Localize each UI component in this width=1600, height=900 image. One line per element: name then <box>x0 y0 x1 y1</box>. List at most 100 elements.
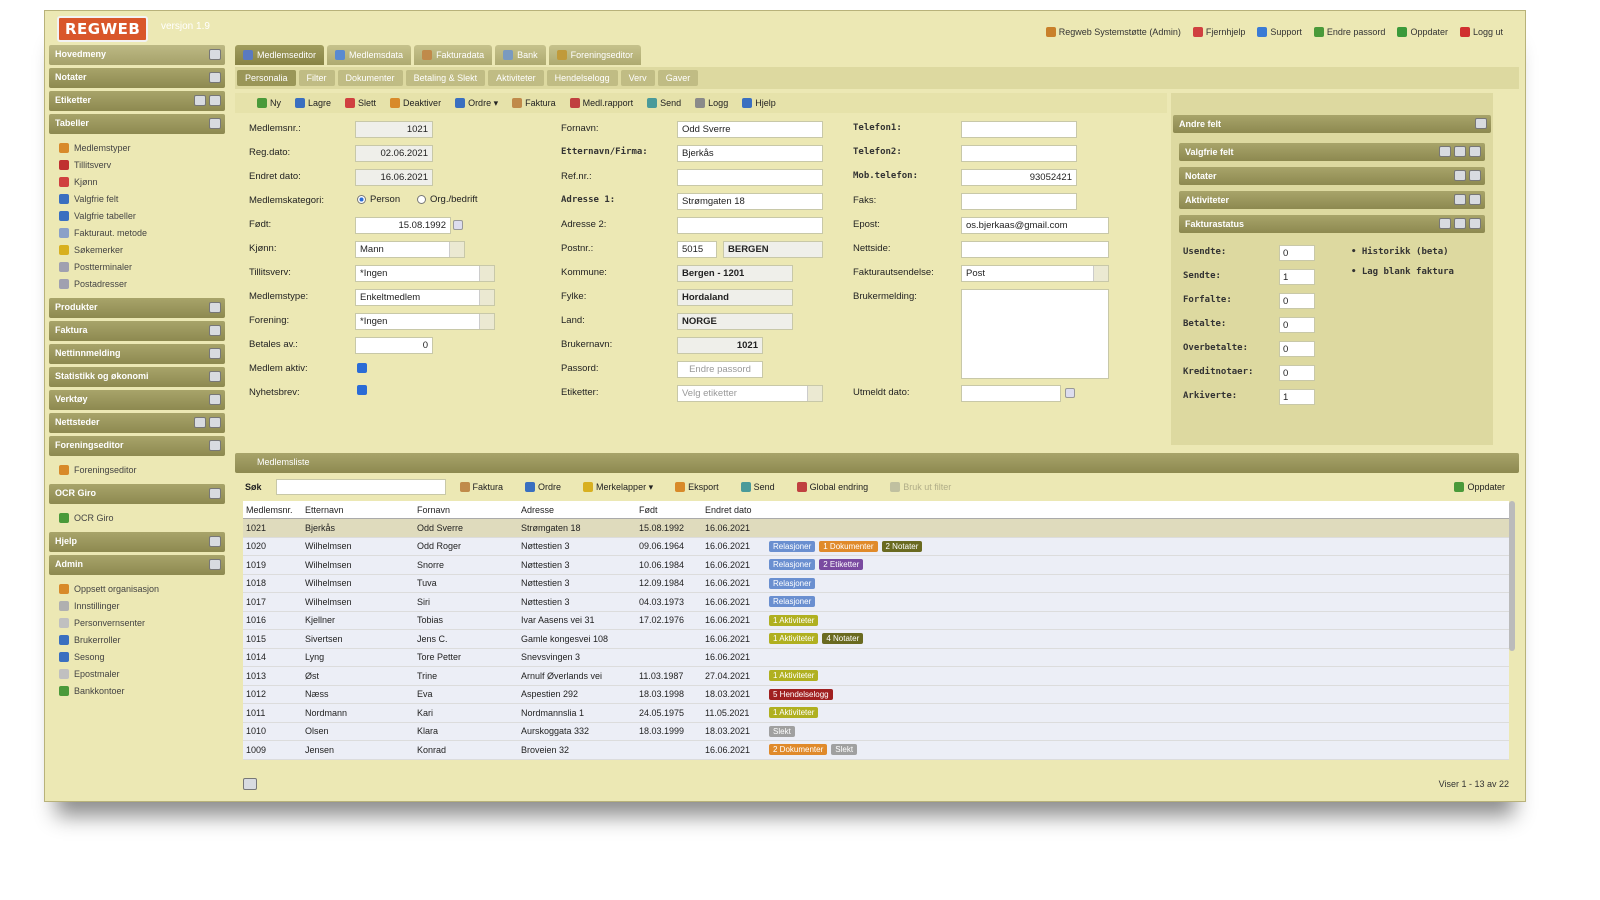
sidebar-item-foreningseditor[interactable]: Foreningseditor <box>59 461 225 478</box>
subtab-filter[interactable]: Filter <box>298 70 335 86</box>
sidebar-item-bankkontoer[interactable]: Bankkontoer <box>59 682 225 699</box>
toplink-lifebuoy[interactable]: Fjernhjelp <box>1192 27 1245 37</box>
sidebar-head-nettinnmelding[interactable]: Nettinnmelding <box>49 344 225 364</box>
collapse-icon[interactable] <box>209 118 221 129</box>
radio-person[interactable] <box>357 195 366 204</box>
help-icon[interactable] <box>243 778 257 790</box>
table-row[interactable]: 1009 Jensen Konrad Broveien 32 16.06.2021 2 D… <box>243 741 1509 760</box>
search-input[interactable] <box>275 479 446 495</box>
row-tag[interactable]: 2 Notater <box>881 540 923 552</box>
column-header[interactable]: Fornavn <box>417 505 521 515</box>
sidebar-head-notes[interactable]: Notater <box>49 68 225 88</box>
table-row[interactable]: 1012 Næss Eva Aspestien 292 18.03.1998 18.03.… <box>243 685 1509 704</box>
sidebar-item-postadresser[interactable]: Postadresser <box>59 275 225 292</box>
scrollbar[interactable] <box>1509 501 1515 651</box>
help-icon[interactable] <box>194 95 206 106</box>
tlf1-field[interactable] <box>961 121 1077 138</box>
help-icon[interactable] <box>1454 218 1466 229</box>
sidebar-head-tables[interactable]: Tabeller <box>49 114 225 134</box>
help-icon[interactable] <box>1454 170 1466 181</box>
row-tag[interactable]: Slekt <box>831 744 858 756</box>
refresh-list-button[interactable]: Oppdater <box>1454 482 1505 492</box>
rp-section-aktiviteter[interactable]: Aktiviteter <box>1179 191 1485 209</box>
calendar-icon[interactable] <box>1065 388 1075 398</box>
sidebar-head-foreningseditor[interactable]: Foreningseditor <box>49 436 225 456</box>
toplink-logout[interactable]: Logg ut <box>1459 27 1503 37</box>
toolbar-send-button[interactable]: Send <box>647 98 681 108</box>
sidebar-item-epostmaler[interactable]: Epostmaler <box>59 665 225 682</box>
sidebar-head-produkter[interactable]: Produkter <box>49 298 225 318</box>
row-tag[interactable]: 1 Aktiviteter <box>769 670 819 682</box>
change-password-button[interactable]: Endre passord <box>677 361 763 378</box>
rp-section-fakturastatus[interactable]: Fakturastatus <box>1179 215 1485 233</box>
sidebar-item-oppsett-organisasjon[interactable]: Oppsett organisasjon <box>59 580 225 597</box>
collapse-icon[interactable] <box>209 559 221 570</box>
row-tag[interactable]: 1 Aktiviteter <box>769 633 819 645</box>
table-row[interactable]: 1019 Wilhelmsen Snorre Nøttestien 3 10.06.19… <box>243 556 1509 575</box>
kjonn-select[interactable]: Mann <box>355 241 465 258</box>
collapse-icon[interactable] <box>209 72 221 83</box>
sidebar-item-medlemstyper[interactable]: Medlemstyper <box>59 139 225 156</box>
sidebar-item-sesong[interactable]: Sesong <box>59 648 225 665</box>
etternavn-field[interactable]: Bjerkås <box>677 145 823 162</box>
sidebar-head-ocr[interactable]: OCR Giro <box>49 484 225 504</box>
table-row[interactable]: 1013 Øst Trine Arnulf Øverlands vei 11.03.19… <box>243 667 1509 686</box>
fodt-field[interactable]: 15.08.1992 <box>355 217 451 234</box>
collapse-icon[interactable] <box>209 394 221 405</box>
list-tool-bruk-ut-filter[interactable]: Bruk ut filter <box>890 482 951 493</box>
column-header[interactable]: Endret dato <box>705 505 769 515</box>
subtab-gaver[interactable]: Gaver <box>657 70 699 86</box>
table-row[interactable]: 1020 Wilhelmsen Odd Roger Nøttestien 3 09.06… <box>243 537 1509 556</box>
utmeldt-field[interactable] <box>961 385 1061 402</box>
radio-org[interactable] <box>417 195 426 204</box>
table-row[interactable]: 1014 Lyng Tore Petter Snevsvingen 3 16.06.20… <box>243 648 1509 667</box>
table-row[interactable]: 1021 Bjerkås Odd Sverre Strømgaten 18 15.08.… <box>243 519 1509 538</box>
tab-fakturadata[interactable]: Fakturadata <box>414 45 493 65</box>
subtab-personalia[interactable]: Personalia <box>237 70 296 86</box>
etiketter-select[interactable]: Velg etiketter <box>677 385 823 402</box>
toolbar-ny-button[interactable]: Ny <box>257 98 281 108</box>
forening-select[interactable]: *Ingen <box>355 313 495 330</box>
list-tool-send[interactable]: Send <box>740 482 775 493</box>
nettside-field[interactable] <box>961 241 1109 258</box>
collapse-icon[interactable] <box>209 348 221 359</box>
rp-section-notater[interactable]: Notater <box>1179 167 1485 185</box>
help-icon[interactable] <box>1454 146 1466 157</box>
sidebar-item-ocr-giro[interactable]: OCR Giro <box>59 509 225 526</box>
row-tag[interactable]: Relasjoner <box>769 540 816 552</box>
sidebar-head-admin[interactable]: Admin <box>49 555 225 575</box>
subtab-dokumenter[interactable]: Dokumenter <box>337 70 403 86</box>
medlemstype-select[interactable]: Enkeltmedlem <box>355 289 495 306</box>
table-row[interactable]: 1018 Wilhelmsen Tuva Nøttestien 3 12.09.1984… <box>243 574 1509 593</box>
stat-value[interactable]: 0 <box>1279 293 1315 309</box>
help-icon[interactable] <box>194 417 206 428</box>
aktiv-checkbox[interactable] <box>357 363 367 373</box>
collapse-icon[interactable] <box>1469 146 1481 157</box>
sidebar-head-nettsteder[interactable]: Nettsteder <box>49 413 225 433</box>
sidebar-head-statistikk-og-konomi[interactable]: Statistikk og økonomi <box>49 367 225 387</box>
toolbar-hjelp-button[interactable]: Hjelp <box>742 98 776 108</box>
sidebar-head-help[interactable]: Hjelp <box>49 532 225 552</box>
betales-field[interactable]: 0 <box>355 337 433 354</box>
sidebar-item-personvernsenter[interactable]: Personvernsenter <box>59 614 225 631</box>
toplink-support[interactable]: Support <box>1257 27 1302 37</box>
refnr-field[interactable] <box>677 169 823 186</box>
collapse-icon[interactable] <box>1469 170 1481 181</box>
adresse2-field[interactable] <box>677 217 823 234</box>
collapse-icon[interactable] <box>209 49 221 60</box>
collapse-icon[interactable] <box>209 440 221 451</box>
list-tool-global-endring[interactable]: Global endring <box>796 482 868 493</box>
faks-field[interactable] <box>961 193 1077 210</box>
postnr-field[interactable]: 5015 <box>677 241 717 258</box>
sidebar-item-postterminaler[interactable]: Postterminaler <box>59 258 225 275</box>
nyhetsbrev-checkbox[interactable] <box>357 385 367 395</box>
fakturautsendelse-select[interactable]: Post <box>961 265 1109 282</box>
fornavn-field[interactable]: Odd Sverre <box>677 121 823 138</box>
stat-value[interactable]: 0 <box>1279 245 1315 261</box>
stat-value[interactable]: 0 <box>1279 341 1315 357</box>
row-tag[interactable]: 4 Notater <box>822 633 864 645</box>
adresse1-field[interactable]: Strømgaten 18 <box>677 193 823 210</box>
collapse-icon[interactable] <box>209 536 221 547</box>
brukermelding-textarea[interactable] <box>961 289 1109 379</box>
subtab-betaling-slekt[interactable]: Betaling & Slekt <box>405 70 486 86</box>
